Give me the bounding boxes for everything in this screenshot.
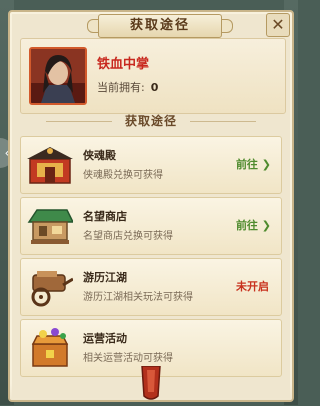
go-label: 前往	[235, 219, 258, 232]
route-desc: 名望商店兑换可获得	[83, 231, 173, 242]
route-item-xiahundian[interactable]: 侠魂殿 侠魂殿兑换可获得 前往 ❯	[20, 136, 282, 194]
chevron-right-icon: ❯	[261, 219, 271, 232]
item-card: 铁血中掌 当前拥有: 0	[20, 38, 286, 114]
route-name: 运营活动	[83, 332, 127, 345]
owned-count-row: 当前拥有: 0	[97, 79, 158, 95]
shop-icon	[27, 204, 75, 248]
route-item-shop[interactable]: 名望商店 名望商店兑换可获得 前往 ❯	[20, 197, 282, 255]
status-locked: 未开启	[236, 280, 269, 293]
owned-count: 0	[150, 81, 159, 94]
shrine-icon	[27, 143, 73, 187]
cart-icon	[27, 265, 74, 309]
go-button[interactable]: 前往 ❯	[236, 156, 271, 172]
divider-right	[190, 121, 256, 122]
acquisition-dialog: 获取途径 ✕ 铁血中掌 当前拥有: 0 获取途径 侠魂殿 侠魂殿兑换可获得 前往…	[8, 10, 294, 402]
section-title-text: 获取途径	[124, 114, 177, 128]
divider-left	[46, 121, 112, 122]
route-name: 侠魂殿	[83, 149, 116, 162]
go-button[interactable]: 前往 ❯	[236, 217, 271, 233]
item-name: 铁血中掌	[97, 57, 150, 72]
owned-label: 当前拥有:	[97, 81, 145, 94]
route-name: 游历江湖	[83, 271, 127, 284]
route-desc: 侠魂殿兑换可获得	[83, 170, 163, 181]
close-button[interactable]: ✕	[266, 13, 290, 37]
section-title: 获取途径	[10, 112, 292, 130]
route-name: 名望商店	[83, 210, 127, 223]
route-item-travel[interactable]: 游历江湖 游历江湖相关玩法可获得 未开启	[20, 258, 282, 316]
route-desc: 相关运营活动可获得	[83, 353, 173, 364]
portrait-icon	[29, 47, 87, 105]
chevron-right-icon: ❯	[261, 158, 271, 171]
go-label: 前往	[235, 158, 258, 171]
scroll-handle-icon[interactable]	[138, 365, 164, 402]
treasure-icon	[27, 326, 73, 370]
dialog-title: 获取途径	[87, 14, 233, 38]
route-desc: 游历江湖相关玩法可获得	[83, 292, 193, 303]
